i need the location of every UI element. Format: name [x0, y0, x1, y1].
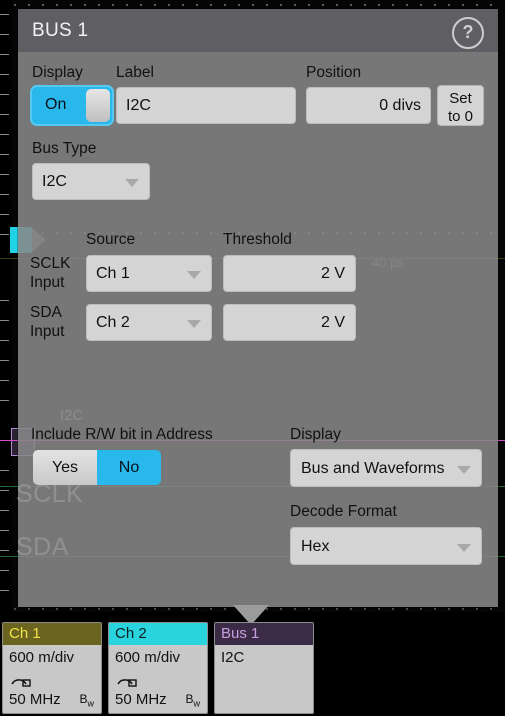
badge-bus1-type: I2C: [221, 649, 245, 666]
sclk-threshold-value: 2 V: [320, 265, 345, 282]
page-title: BUS 1: [32, 20, 89, 41]
badge-ch1-header: Ch 1: [3, 623, 101, 645]
oscilloscope-screen: I2C SCLK SDA 40 ps BUS 1 ? Display On La…: [0, 0, 505, 716]
sclk-row-label-line2: Input: [30, 274, 65, 291]
badge-ch2-header: Ch 2: [109, 623, 207, 645]
rw-bit-segmented-control[interactable]: Yes No: [33, 450, 161, 485]
probe-icon: [117, 679, 137, 687]
bus-type-dropdown[interactable]: I2C: [32, 163, 150, 200]
display-toggle-value: On: [45, 96, 67, 113]
rw-bit-option-no[interactable]: No: [97, 450, 161, 485]
display-toggle-switch[interactable]: On: [30, 85, 114, 126]
position-label: Position: [306, 64, 362, 81]
chevron-down-icon: [125, 179, 139, 187]
badge-ch2-name: Ch 2: [115, 625, 147, 642]
badge-ch1-scale: 600 m/div: [9, 649, 75, 666]
rw-bit-label: Include R/W bit in Address: [31, 426, 213, 443]
graticule-left-rail: [0, 0, 12, 612]
badge-bus1-name: Bus 1: [221, 625, 260, 642]
set-to-zero-line1: Set: [449, 90, 472, 107]
sda-row-label-line1: SDA: [30, 304, 62, 321]
badge-bus1[interactable]: Bus 1 I2C: [214, 622, 314, 714]
display-mode-value: Bus and Waveforms: [301, 460, 445, 477]
threshold-column-header: Threshold: [223, 231, 292, 248]
probe-icon: [11, 679, 31, 687]
chevron-down-icon: [457, 544, 471, 552]
sda-source-value: Ch 2: [96, 314, 130, 331]
sclk-source-dropdown[interactable]: Ch 1: [86, 255, 212, 292]
rw-bit-option-yes[interactable]: Yes: [33, 450, 97, 485]
sda-row-label-line2: Input: [30, 323, 65, 340]
display-mode-dropdown[interactable]: Bus and Waveforms: [290, 449, 482, 487]
position-value: 0 divs: [379, 97, 421, 114]
badge-ch2-bw-mark: Bw: [185, 692, 200, 709]
badge-ch2-scale: 600 m/div: [115, 649, 181, 666]
chevron-down-icon: [187, 320, 201, 328]
decode-format-value: Hex: [301, 538, 330, 555]
question-mark-icon[interactable]: ?: [452, 17, 484, 49]
position-input[interactable]: 0 divs: [306, 87, 431, 124]
badge-ch1-bw-mark: Bw: [79, 692, 94, 709]
bus-type-value: I2C: [42, 173, 67, 190]
chevron-down-icon: [187, 271, 201, 279]
sda-threshold-input[interactable]: 2 V: [223, 304, 356, 341]
chevron-down-icon: [457, 466, 471, 474]
display-label: Display: [32, 64, 83, 81]
set-to-zero-button[interactable]: Set to 0: [437, 85, 484, 126]
sda-source-dropdown[interactable]: Ch 2: [86, 304, 212, 341]
sda-threshold-value: 2 V: [320, 314, 345, 331]
label-input-value: I2C: [126, 97, 151, 114]
sclk-row-label-line1: SCLK: [30, 255, 71, 272]
graticule-dot-row: [14, 4, 494, 6]
badge-bus1-header: Bus 1: [215, 623, 313, 645]
sclk-threshold-input[interactable]: 2 V: [223, 255, 356, 292]
decode-format-dropdown[interactable]: Hex: [290, 527, 482, 565]
badge-ch1[interactable]: Ch 1 600 m/div 50 MHz Bw: [2, 622, 102, 714]
bus-setup-dialog: BUS 1 ? Display On Label I2C Position 0 …: [18, 9, 498, 607]
source-column-header: Source: [86, 231, 136, 248]
display-toggle-knob[interactable]: [86, 89, 110, 122]
sclk-source-value: Ch 1: [96, 265, 130, 282]
channel-badge-bar: Ch 1 600 m/div 50 MHz Bw Ch 2 600 m/div …: [0, 622, 505, 716]
label-input[interactable]: I2C: [116, 87, 296, 124]
decode-format-label: Decode Format: [290, 503, 397, 520]
display-mode-label: Display: [290, 426, 341, 443]
badge-ch1-bandwidth: 50 MHz: [9, 691, 61, 708]
set-to-zero-line2: to 0: [447, 108, 474, 125]
dialog-title-bar: BUS 1 ?: [18, 9, 498, 52]
label-field-label: Label: [116, 64, 154, 81]
bus-type-label: Bus Type: [32, 140, 97, 157]
badge-ch2-bandwidth: 50 MHz: [115, 691, 167, 708]
badge-ch2[interactable]: Ch 2 600 m/div 50 MHz Bw: [108, 622, 208, 714]
badge-ch1-name: Ch 1: [9, 625, 41, 642]
